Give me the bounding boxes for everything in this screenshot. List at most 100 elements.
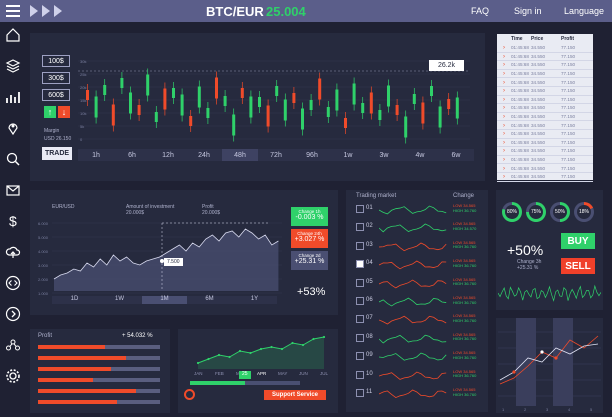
y-tick: 30k	[80, 59, 86, 64]
market-sparkline	[379, 334, 447, 344]
market-checkbox[interactable]	[356, 241, 364, 250]
cell-time: 01:45:68 ›	[503, 157, 529, 164]
month-label: APR	[257, 371, 267, 376]
cloud-upload-icon[interactable]	[4, 243, 22, 261]
slider-handle[interactable]: 25	[239, 371, 251, 379]
trend-icon: ›	[503, 122, 505, 129]
month-slider[interactable]	[190, 381, 300, 385]
candle	[369, 86, 373, 120]
up-arrow-button[interactable]: ↑	[44, 106, 56, 118]
buy-button[interactable]: BUY	[561, 233, 595, 249]
cell-time: 01:45:68 ›	[503, 62, 529, 69]
share-icon[interactable]	[4, 336, 22, 354]
period-6M[interactable]: 6M	[187, 296, 232, 304]
market-checkbox[interactable]	[356, 205, 364, 213]
y-tick: 2.000	[38, 277, 49, 282]
market-row-number: 02	[366, 223, 373, 230]
timeframe-3w[interactable]: 3w	[366, 149, 402, 161]
support-circle-icon[interactable]	[184, 389, 195, 400]
timeframe-48h[interactable]: 48h	[222, 149, 258, 161]
market-checkbox[interactable]	[356, 297, 364, 305]
market-checkbox[interactable]	[356, 333, 364, 342]
nav-sign-in[interactable]: Sign in	[514, 6, 542, 16]
period-1Y[interactable]: 1Y	[232, 296, 277, 304]
market-checkbox[interactable]	[356, 223, 364, 232]
gear-icon[interactable]	[4, 367, 22, 385]
market-checkbox[interactable]	[356, 370, 364, 379]
candle	[361, 97, 365, 119]
trend-icon: ›	[503, 114, 505, 121]
timeframe-96h[interactable]: 96h	[294, 149, 330, 161]
mail-icon[interactable]	[4, 181, 22, 199]
market-checkbox[interactable]	[356, 352, 364, 361]
home-icon[interactable]	[4, 26, 22, 44]
cell-profit: 77.150	[561, 53, 576, 59]
trading-market-title: Trading market	[356, 193, 397, 199]
period-1W[interactable]: 1W	[97, 296, 142, 304]
nav-faq[interactable]: FAQ	[471, 6, 489, 16]
x-tick: 1	[502, 407, 505, 412]
cell-time: 01:45:68 ›	[503, 114, 529, 121]
period-1M[interactable]: 1M	[142, 296, 187, 304]
market-row-values: LOW 34.565 HIGH 36.760	[453, 240, 476, 250]
highlight-band	[516, 318, 536, 406]
market-row-values: LOW 34.565 HIGH 36.760	[453, 332, 476, 342]
table-row: 01:45:68 › 34.550 77.150	[497, 130, 593, 139]
menu-icon[interactable]	[6, 5, 20, 17]
chevron-right-icon[interactable]	[4, 305, 22, 323]
map-pin-icon[interactable]	[4, 119, 22, 137]
trend-icon: ›	[503, 139, 505, 146]
market-checkbox[interactable]	[356, 260, 364, 269]
cell-time: 01:45:68 ›	[503, 105, 529, 112]
timeframe-72h[interactable]: 72h	[258, 149, 294, 161]
dollar-icon[interactable]: $	[4, 212, 22, 230]
progress-ring-label: 18%	[577, 205, 591, 219]
candle	[309, 94, 313, 116]
cell-profit: 77.150	[561, 105, 576, 111]
candle	[283, 93, 287, 127]
sell-button[interactable]: SELL	[561, 258, 595, 274]
market-checkbox[interactable]	[356, 278, 364, 287]
candle	[94, 90, 98, 124]
market-sparkline	[379, 223, 447, 233]
timeframe-6h[interactable]: 6h	[114, 149, 150, 161]
trade-button[interactable]: TRADE	[42, 147, 72, 160]
progress-ring-label: 80%	[505, 205, 519, 219]
y-tick: 10k	[80, 111, 86, 116]
timeframe-1w[interactable]: 1w	[330, 149, 366, 161]
x-tick: 5	[590, 407, 593, 412]
nav-language[interactable]: Language	[564, 6, 604, 16]
period-1D[interactable]: 1D	[52, 296, 97, 304]
margin-value: USD 26.150	[44, 136, 72, 142]
timeframe-6w[interactable]: 6w	[438, 149, 474, 161]
search-icon[interactable]	[4, 150, 22, 168]
timeframe-1h[interactable]: 1h	[78, 149, 114, 161]
y-tick: 3.000	[38, 263, 49, 268]
candlestick-chart: 30k 25k 20k 15k 10k 5k 0	[78, 59, 470, 144]
high-value: HIGH 36.760	[453, 391, 477, 397]
market-checkbox[interactable]	[356, 315, 364, 324]
cell-price: 34.550	[531, 114, 546, 120]
cell-price: 34.550	[531, 105, 546, 111]
timeframe-24h[interactable]: 24h	[186, 149, 222, 161]
support-service-button[interactable]: Support Service	[264, 390, 326, 400]
timeframe-4w[interactable]: 4w	[402, 149, 438, 161]
market-sparkline	[379, 260, 447, 270]
candle	[137, 99, 141, 121]
month-point	[322, 335, 326, 339]
cell-time: 01:45:68 ›	[503, 131, 529, 138]
amount-100-button[interactable]: 100$	[42, 55, 70, 67]
cell-profit: 77.150	[561, 122, 576, 128]
layers-icon[interactable]	[4, 57, 22, 75]
amount-300-button[interactable]: 300$	[42, 72, 70, 84]
market-checkbox[interactable]	[356, 389, 364, 397]
amount-600-button[interactable]: 600$	[42, 89, 70, 101]
code-icon[interactable]	[4, 274, 22, 292]
investment-area-chart: 6.000 5.000 4.000 3.000 2.000 1.000	[38, 221, 282, 296]
play-arrows-icon[interactable]	[30, 5, 62, 17]
down-arrow-button[interactable]: ↓	[58, 106, 70, 118]
candle	[215, 71, 218, 105]
candle	[430, 80, 433, 102]
bar-chart-icon[interactable]	[4, 88, 22, 106]
timeframe-12h[interactable]: 12h	[150, 149, 186, 161]
